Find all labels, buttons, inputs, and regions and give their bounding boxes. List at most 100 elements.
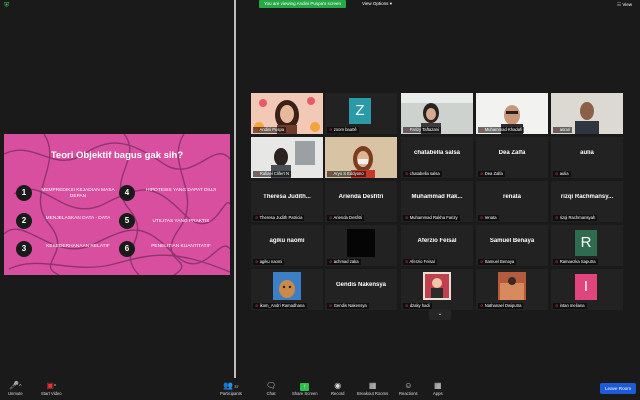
participant-name: ⊘ rizqi Rachmansyah <box>553 215 598 221</box>
video-tile[interactable]: Theresa Judith... ⊘ Theresa Judith Patri… <box>251 181 323 222</box>
slide-item-3: 3 KESEDERHANAAN RELATIF <box>16 240 116 260</box>
video-tile[interactable]: ⊘ ikom_Andri Ramadhana <box>251 269 323 310</box>
participant-name: ⊘ renata <box>478 215 499 221</box>
participant-name: ⊘ agiku naomi <box>253 259 285 265</box>
shield-icon[interactable]: ⛨ <box>4 2 11 9</box>
reactions-button[interactable]: ☺ Reactions <box>399 381 418 397</box>
record-icon: ◉ <box>334 381 342 390</box>
participant-display-name: rizqi Rachmansy... <box>560 194 614 200</box>
video-tile[interactable]: Dea Zalfa ⊘ Dea Zalfa <box>476 137 548 178</box>
video-tile[interactable]: Aferzio Feisal ⊘ Aferzio Feisal <box>401 225 473 266</box>
record-label: Record <box>331 391 345 396</box>
video-tile[interactable]: aulia ⊘ aulia <box>551 137 623 178</box>
participant-name: ⊘ Aryo S Eddyono <box>327 171 366 177</box>
participant-display-name: agiku naomi <box>269 238 305 244</box>
participant-name: ⊘ Andini Puspa <box>253 127 287 133</box>
video-tile[interactable]: ⊘ Andini Puspa <box>251 93 323 134</box>
participant-name: ⊘ Samuel Benaya <box>478 259 517 265</box>
participants-button[interactable]: 👥37 Participants <box>220 381 242 397</box>
participant-name: ⊘ aulia <box>553 171 571 177</box>
presentation-slide: Teori Objektif bagus gak sih? 1 MEMPREDI… <box>4 134 230 275</box>
participant-display-name: Gendis Nakensya <box>335 282 387 288</box>
video-tile[interactable]: chatabella salsa ⊘ chatabella salsa <box>401 137 473 178</box>
share-screen-button[interactable]: ↑ Share Screen <box>292 381 318 397</box>
view-button[interactable]: ☷ View <box>617 1 632 8</box>
participant-name: ⊘ dzaky hadi <box>403 303 432 309</box>
slide-item-number: 4 <box>119 185 135 201</box>
leave-room-button[interactable]: Leave Room <box>600 383 636 394</box>
participant-avatar: Z <box>349 98 371 124</box>
participant-name: ⊘ Dea Zalfa <box>478 171 505 177</box>
participant-display-name: renata <box>502 194 521 200</box>
view-options-button[interactable]: View Options ▾ <box>362 0 392 8</box>
apps-label: Apps <box>433 391 443 396</box>
video-off-icon: ▣^ <box>46 381 57 390</box>
video-tile[interactable]: rizqi Rachmansy... ⊘ rizqi Rachmansyah <box>551 181 623 222</box>
gallery-next-page-button[interactable]: ⌄ <box>429 309 451 320</box>
chat-icon: 🗨 <box>266 381 277 390</box>
slide-item-text: UTILITAS YANG PRAKTIS <box>152 219 210 224</box>
slide-title: Teori Objektif bagus gak sih? <box>50 150 184 161</box>
video-tile[interactable]: Arienda Desfitri ⊘ Arienda Desfitri <box>325 181 397 222</box>
chevron-down-icon: ⌄ <box>437 311 443 317</box>
share-screen-icon: ↑ <box>292 381 318 391</box>
video-tile[interactable]: Gendis Nakensya ⊘ Gendis Nakensya <box>325 269 397 310</box>
slide-item-2: 2 MENJELASKAN DATA - DATA <box>16 212 116 232</box>
participant-name: ⊘ Nathanael Dwiputra <box>478 303 524 309</box>
participant-avatar: I <box>575 274 597 300</box>
video-tile[interactable]: ⊘ achmad zaka <box>325 225 397 266</box>
video-tile[interactable]: R ⊘ Ramaezka Saputra <box>551 225 623 266</box>
apps-button[interactable]: ▦ Apps <box>433 381 443 397</box>
video-tile[interactable]: ⊘ Nathanael Dwiputra <box>476 269 548 310</box>
view-options-label: View Options <box>362 1 389 6</box>
chat-button[interactable]: 🗨 Chat <box>266 381 276 397</box>
video-tile[interactable]: I ⊘ intan meliana <box>551 269 623 310</box>
participant-name: ⊘ Gendis Nakensya <box>327 303 369 309</box>
participants-icon: 👥37 <box>223 381 239 390</box>
video-tile[interactable]: ⊘ Aryo S Eddyono <box>325 137 397 178</box>
participant-name: ⊘ intan meliana <box>553 303 587 309</box>
slide-item-number: 5 <box>119 213 135 229</box>
participant-name: ⊘ achmad zaka <box>327 259 361 265</box>
video-tile[interactable]: ⊘ asrari <box>551 93 623 134</box>
split-divider[interactable] <box>234 0 236 378</box>
video-tile[interactable]: agiku naomi ⊘ agiku naomi <box>251 225 323 266</box>
participant-name: ⊘ Rafiael Clifert N <box>253 171 292 177</box>
apps-icon: ▦ <box>433 381 442 390</box>
participant-name: ⊘ asrari <box>553 127 573 133</box>
participant-display-name: Arienda Desfitri <box>338 194 384 200</box>
slide-item-text: KESEDERHANAAN RELATIF <box>46 244 110 249</box>
viewing-screen-indicator: You are viewing Andini Puspa's screen <box>259 0 346 8</box>
video-tile[interactable]: Samuel Benaya ⊘ Samuel Benaya <box>476 225 548 266</box>
participant-name: ⊘ Farizy Taftazani <box>403 127 441 133</box>
unmute-button[interactable]: 🎤^ Unmute <box>8 381 23 397</box>
participant-display-name: aulia <box>580 150 594 156</box>
participant-name: ⊘ chatabella salsa <box>403 171 442 177</box>
participant-display-name: Aferzio Feisal <box>417 238 457 244</box>
breakout-rooms-button[interactable]: ▦ Breakout Rooms <box>357 381 388 397</box>
share-screen-label: Share Screen <box>292 391 318 396</box>
slide-item-number: 1 <box>16 185 32 201</box>
video-tile[interactable]: ⊘ dzaky hadi <box>401 269 473 310</box>
participant-name: ⊘ Muhammad Khadafi <box>478 127 525 133</box>
video-tile-active-speaker[interactable]: ⊘ Muhammad Khadafi <box>476 93 548 134</box>
video-tile[interactable]: Z ⊘ zoom baa0ê <box>325 93 397 134</box>
breakout-rooms-icon: ▦ <box>368 381 377 390</box>
video-tile[interactable]: ⊘ Rafiael Clifert N <box>251 137 323 178</box>
grid-icon: ☷ <box>617 2 622 7</box>
record-button[interactable]: ◉ Record <box>331 381 345 397</box>
breakout-rooms-label: Breakout Rooms <box>357 391 389 396</box>
slide-item-number: 3 <box>16 241 32 257</box>
start-video-button[interactable]: ▣^ Start Video <box>41 381 62 397</box>
video-tile[interactable]: ⊘ Farizy Taftazani <box>401 93 473 134</box>
participant-name: ⊘ ikom_Andri Ramadhana <box>253 303 307 309</box>
video-tile[interactable]: renata ⊘ renata <box>476 181 548 222</box>
participant-display-name: Muhammad Rak... <box>411 194 463 200</box>
slide-item-text: HIPOTESIS YANG DAPAT DIUJI <box>146 188 216 193</box>
video-tile[interactable]: Muhammad Rak... ⊘ Muhammad Rakha Farizy <box>401 181 473 222</box>
participants-count: 37 <box>234 384 239 389</box>
slide-item-number: 6 <box>119 241 135 257</box>
slide-item-1: 1 MEMPREDIKSI KEJADIAN MASA DEPAN <box>16 184 116 204</box>
participant-name: ⊘ Arienda Desfitri <box>327 215 365 221</box>
participant-display-name: Samuel Benaya <box>489 238 535 244</box>
